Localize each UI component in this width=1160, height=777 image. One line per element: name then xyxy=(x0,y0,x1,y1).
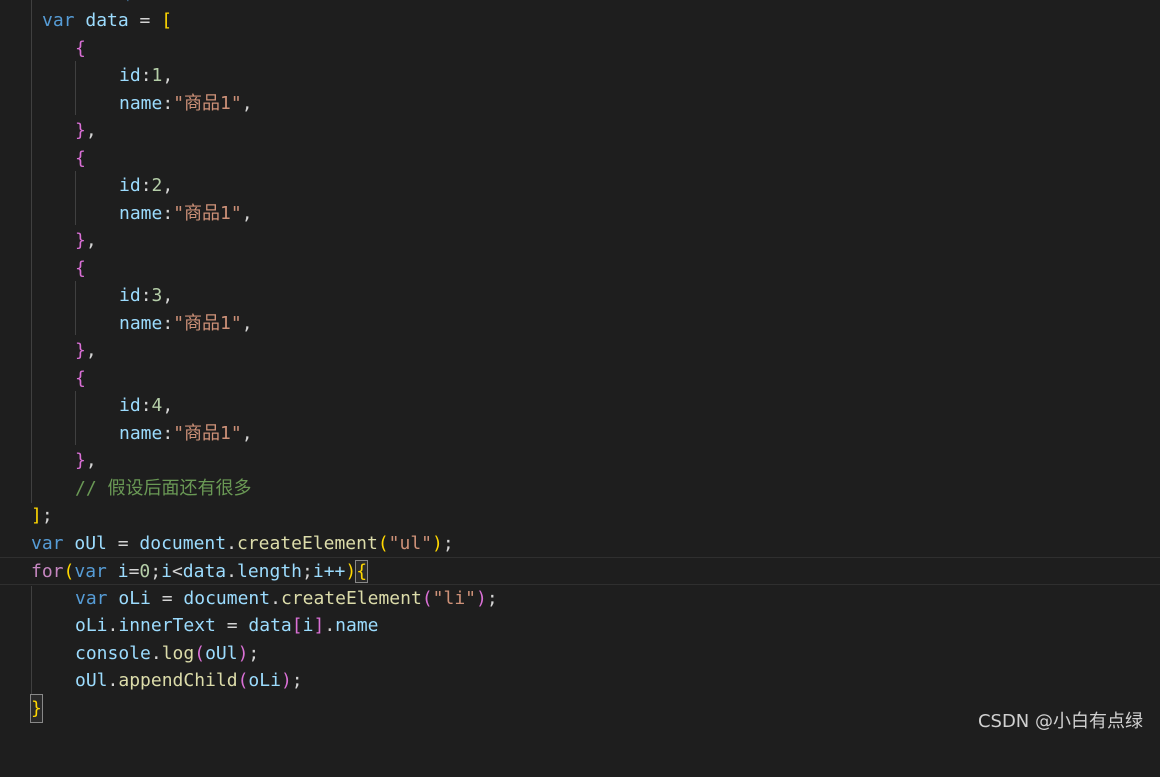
number-value: 3 xyxy=(151,285,163,306)
bracket: { xyxy=(75,147,86,169)
property-key: name xyxy=(119,422,163,444)
operator: = xyxy=(128,10,162,31)
string-value: "商品1" xyxy=(173,312,242,334)
bracket: } xyxy=(75,120,86,141)
object-name: document xyxy=(139,532,227,554)
clipped-code-fragment: ⌐ xyxy=(127,0,134,6)
code-line[interactable]: ]; xyxy=(0,502,1160,530)
code-line[interactable]: name:"商品1", xyxy=(0,420,1160,448)
code-line[interactable]: // 假设后面还有很多 xyxy=(0,475,1160,503)
keyword: var xyxy=(75,587,108,609)
matched-bracket: } xyxy=(30,693,43,723)
object-name: oUl xyxy=(75,670,108,691)
code-line[interactable]: var data = [ xyxy=(0,7,1160,35)
code-line[interactable]: { xyxy=(0,145,1160,173)
keyword: var xyxy=(74,561,107,582)
code-line[interactable]: oLi.innerText = data[i].name xyxy=(0,612,1160,640)
code-line[interactable]: var oUl = document.createElement("ul"); xyxy=(0,530,1160,558)
watermark: CSDN @小白有点绿 xyxy=(977,711,1143,732)
code-line[interactable]: id:3, xyxy=(0,282,1160,310)
method-name: log xyxy=(161,642,195,664)
code-line[interactable]: id:1, xyxy=(0,62,1160,90)
property-key: id xyxy=(119,395,141,416)
bracket: } xyxy=(75,230,86,251)
increment-expression: i++ xyxy=(312,561,346,582)
bracket: } xyxy=(75,340,86,361)
bracket: } xyxy=(75,450,86,471)
variable-name: oLi xyxy=(248,670,281,691)
property-key: name xyxy=(119,312,163,334)
bracket: { xyxy=(75,367,86,389)
bracket: ] xyxy=(31,505,42,526)
variable-name: oUl xyxy=(205,642,238,664)
code-line[interactable]: console.log(oUl); xyxy=(0,640,1160,668)
code-line[interactable]: id:2, xyxy=(0,172,1160,200)
code-line[interactable]: { xyxy=(0,365,1160,393)
code-editor[interactable]: ⌐ var data = [ { id:1, name:"商品1", }, { … xyxy=(0,0,1160,743)
variable-name: oLi xyxy=(118,587,151,609)
object-name: console xyxy=(75,642,151,664)
property-name: name xyxy=(335,615,379,636)
code-comment: // 假设后面还有很多 xyxy=(75,477,252,499)
variable-name: data xyxy=(85,10,129,31)
method-name: createElement xyxy=(236,532,378,554)
code-line[interactable]: }, xyxy=(0,447,1160,475)
bracket: { xyxy=(75,37,86,59)
code-line-current[interactable]: for(var i=0;i<data.length;i++){ xyxy=(0,557,1160,585)
index-variable: i xyxy=(302,615,314,636)
property-name: length xyxy=(236,561,303,582)
keyword: var xyxy=(31,532,64,554)
method-name: createElement xyxy=(280,587,422,609)
number-value: 4 xyxy=(151,395,163,416)
variable-name: oLi xyxy=(75,615,108,636)
code-line[interactable]: var oLi = document.createElement("li"); xyxy=(0,585,1160,613)
string-value: "商品1" xyxy=(173,202,242,224)
string-value: "商品1" xyxy=(173,92,242,114)
keyword: for xyxy=(31,561,64,582)
code-line[interactable]: }, xyxy=(0,117,1160,145)
code-line[interactable]: oUl.appendChild(oLi); xyxy=(0,667,1160,695)
code-line[interactable]: { xyxy=(0,35,1160,63)
string-value: "商品1" xyxy=(173,422,242,444)
code-line[interactable]: { xyxy=(0,255,1160,283)
object-name: data xyxy=(248,615,292,636)
variable-name: i xyxy=(117,561,129,582)
string-value: "li" xyxy=(432,587,477,609)
property-key: name xyxy=(119,202,163,224)
code-line[interactable]: }, xyxy=(0,337,1160,365)
property-key: name xyxy=(119,92,163,114)
number-value: 0 xyxy=(139,561,151,582)
bracket: { xyxy=(75,257,86,279)
property-name: innerText xyxy=(118,615,216,636)
object-name: document xyxy=(183,587,271,609)
property-key: id xyxy=(119,65,141,86)
number-value: 1 xyxy=(151,65,163,86)
code-line[interactable]: name:"商品1", xyxy=(0,90,1160,118)
code-line[interactable]: name:"商品1", xyxy=(0,310,1160,338)
property-key: id xyxy=(119,175,141,196)
bracket: [ xyxy=(161,10,173,31)
number-value: 2 xyxy=(151,175,163,196)
string-value: "ul" xyxy=(388,532,433,554)
matched-bracket: { xyxy=(355,560,369,583)
code-line[interactable]: }, xyxy=(0,227,1160,255)
object-name: data xyxy=(182,561,227,582)
property-key: id xyxy=(119,285,141,306)
keyword: var xyxy=(42,10,75,31)
variable-name: oUl xyxy=(74,532,107,554)
method-name: appendChild xyxy=(118,670,238,691)
code-line[interactable]: name:"商品1", xyxy=(0,200,1160,228)
code-line[interactable]: id:4, xyxy=(0,392,1160,420)
